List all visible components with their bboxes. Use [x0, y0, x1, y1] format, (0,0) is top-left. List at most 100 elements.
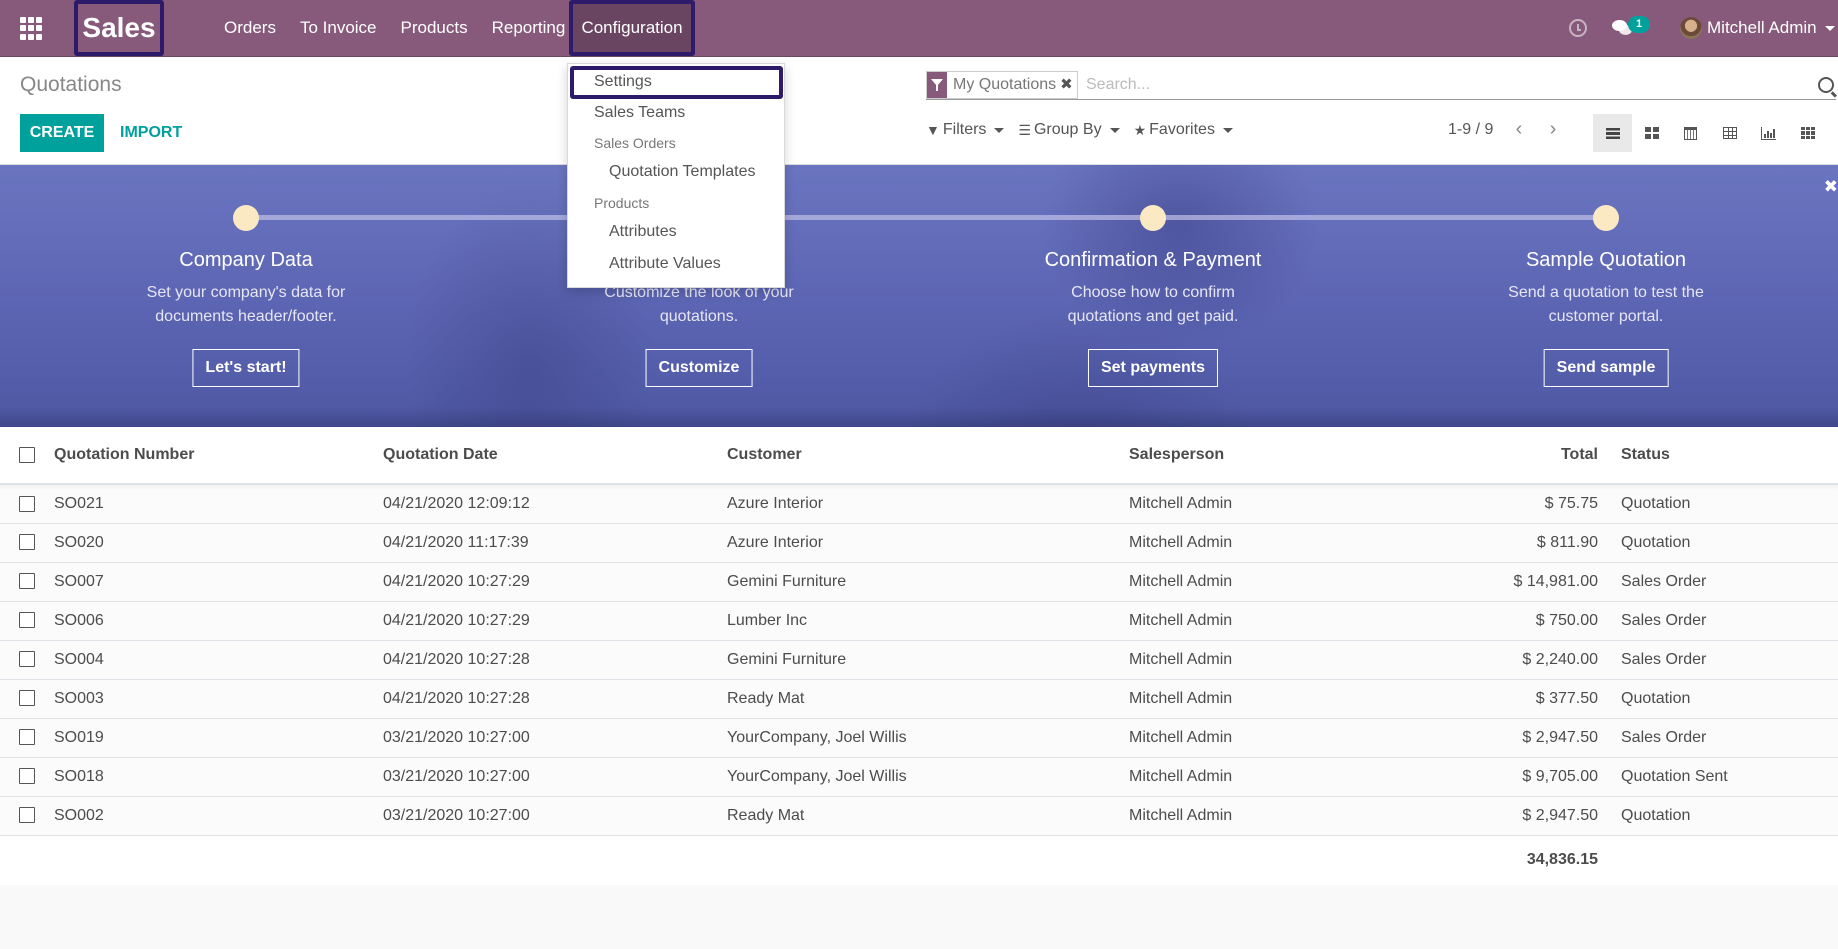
set-payments-button[interactable]: Set payments	[1087, 349, 1219, 387]
table-row[interactable]: SO006 04/21/2020 10:27:29 Lumber Inc Mitche…	[0, 601, 1838, 641]
close-icon[interactable]: ✖	[1824, 177, 1838, 197]
select-all-cell	[0, 427, 54, 485]
filter-icon: ▼	[926, 122, 940, 138]
cell-quotation-date: 03/21/2020 10:27:00	[383, 796, 727, 836]
table-row[interactable]: SO020 04/21/2020 11:17:39 Azure Interior Mi…	[0, 523, 1838, 563]
menu-to-invoice[interactable]: To Invoice	[288, 0, 389, 56]
kanban-view-button[interactable]	[1632, 114, 1671, 152]
control-panel: Quotations CREATE IMPORT My Quotations ✖…	[0, 57, 1838, 165]
col-quotation-date[interactable]: Quotation Date	[383, 427, 727, 485]
table-row[interactable]: SO021 04/21/2020 12:09:12 Azure Interior Mi…	[0, 484, 1838, 524]
groupby-label: Group By	[1033, 121, 1102, 138]
cell-customer: Gemini Furniture	[727, 562, 1129, 602]
table-row[interactable]: SO019 03/21/2020 10:27:00 YourCompany, Joe…	[0, 718, 1838, 758]
calendar-view-button[interactable]	[1671, 114, 1710, 152]
star-icon: ★	[1133, 121, 1147, 138]
row-checkbox[interactable]	[19, 768, 35, 785]
apps-grid-icon[interactable]	[20, 17, 43, 40]
customize-button[interactable]: Customize	[645, 349, 753, 387]
groupby-dropdown[interactable]: ☰ Group By	[1018, 121, 1120, 139]
table-row[interactable]: SO007 04/21/2020 10:27:29 Gemini Furniture…	[0, 562, 1838, 602]
col-total[interactable]: Total	[1389, 427, 1610, 485]
cell-status: Sales Order	[1610, 601, 1838, 641]
clock-icon[interactable]	[1569, 19, 1587, 37]
cell-total: $ 750.00	[1389, 601, 1610, 641]
menu-item-sales-teams[interactable]: Sales Teams	[594, 104, 685, 122]
col-customer[interactable]: Customer	[727, 427, 1129, 485]
col-status[interactable]: Status	[1610, 427, 1838, 485]
filters-label: Filters	[942, 121, 987, 138]
search-icon[interactable]	[1818, 77, 1834, 93]
table-row[interactable]: SO004 04/21/2020 10:27:28 Gemini Furniture…	[0, 640, 1838, 680]
list-view-button[interactable]	[1593, 114, 1632, 152]
row-checkbox[interactable]	[19, 729, 35, 746]
import-button[interactable]: IMPORT	[120, 114, 182, 152]
graph-view-button[interactable]	[1749, 114, 1788, 152]
view-switcher	[1593, 114, 1827, 152]
row-checkbox[interactable]	[19, 807, 35, 824]
menu-item-attribute-values[interactable]: Attribute Values	[609, 255, 721, 273]
bars-icon: ☰	[1018, 121, 1031, 138]
row-checkbox[interactable]	[19, 690, 35, 707]
cell-quotation-number: SO006	[54, 601, 383, 641]
row-checkbox[interactable]	[19, 534, 35, 551]
menu-reporting[interactable]: Reporting	[480, 0, 578, 56]
onboarding-progress-track	[246, 215, 1606, 220]
menu-orders[interactable]: Orders	[212, 0, 288, 56]
cell-status: Quotation Sent	[1610, 757, 1838, 797]
menu-item-attributes[interactable]: Attributes	[609, 223, 677, 241]
filters-dropdown[interactable]: ▼ Filters	[926, 121, 1005, 139]
cell-quotation-date: 03/21/2020 10:27:00	[383, 718, 727, 758]
search-input[interactable]	[1086, 72, 1786, 98]
grid-icon	[1800, 127, 1815, 139]
cell-quotation-date: 04/21/2020 10:27:29	[383, 562, 727, 602]
send-sample-button[interactable]: Send sample	[1543, 349, 1669, 387]
cell-status: Quotation	[1610, 523, 1838, 563]
row-checkbox[interactable]	[19, 651, 35, 668]
empty-area	[0, 887, 1838, 949]
cell-quotation-number: SO018	[54, 757, 383, 797]
pager-next-button[interactable]: ›	[1540, 117, 1566, 143]
user-menu[interactable]: Mitchell Admin	[1707, 0, 1835, 56]
menu-item-quotation-templates[interactable]: Quotation Templates	[609, 163, 755, 181]
cell-total: $ 2,947.50	[1389, 796, 1610, 836]
list-icon	[1605, 127, 1620, 139]
step-title: Sample Quotation	[1525, 249, 1687, 271]
caret-down-icon	[1824, 26, 1835, 32]
table-row[interactable]: SO002 03/21/2020 10:27:00 Ready Mat Mitchel…	[0, 796, 1838, 836]
filter-icon	[927, 72, 947, 98]
menu-configuration[interactable]: Configuration	[569, 0, 695, 56]
quotations-list: Quotation Number Quotation Date Customer…	[0, 427, 1838, 885]
row-checkbox[interactable]	[19, 495, 35, 512]
menu-item-settings[interactable]: Settings	[594, 73, 652, 91]
cell-quotation-date: 04/21/2020 10:27:28	[383, 640, 727, 680]
avatar[interactable]	[1680, 17, 1702, 39]
cell-quotation-date: 04/21/2020 10:27:29	[383, 601, 727, 641]
cell-customer: Gemini Furniture	[727, 640, 1129, 680]
cell-salesperson: Mitchell Admin	[1129, 562, 1389, 602]
step-description: Set your company's data for documents he…	[146, 284, 346, 325]
pager-value[interactable]: 1-9 / 9	[1448, 121, 1493, 139]
row-checkbox[interactable]	[19, 573, 35, 590]
favorites-label: Favorites	[1149, 121, 1215, 138]
pivot-view-button[interactable]	[1710, 114, 1749, 152]
app-brand-sales[interactable]: Sales	[74, 0, 164, 56]
menu-products[interactable]: Products	[389, 0, 480, 56]
facet-remove-icon[interactable]: ✖	[1060, 72, 1077, 98]
col-salesperson[interactable]: Salesperson	[1129, 427, 1389, 485]
row-select-cell	[0, 679, 54, 719]
col-quotation-number[interactable]: Quotation Number	[54, 427, 383, 485]
cell-salesperson: Mitchell Admin	[1129, 718, 1389, 758]
select-all-checkbox[interactable]	[19, 446, 35, 463]
activity-view-button[interactable]	[1788, 114, 1827, 152]
cell-customer: Ready Mat	[727, 796, 1129, 836]
table-row[interactable]: SO018 03/21/2020 10:27:00 YourCompany, Joe…	[0, 757, 1838, 797]
row-checkbox[interactable]	[19, 612, 35, 629]
pager-previous-button[interactable]: ‹	[1506, 117, 1532, 143]
top-navbar: Sales Orders To Invoice Products Reporti…	[0, 0, 1838, 57]
lets-start-button[interactable]: Let's start!	[192, 349, 300, 387]
create-button[interactable]: CREATE	[20, 114, 104, 152]
row-select-cell	[0, 562, 54, 602]
favorites-dropdown[interactable]: ★ Favorites	[1134, 121, 1233, 139]
table-row[interactable]: SO003 04/21/2020 10:27:28 Ready Mat Mitchel…	[0, 679, 1838, 719]
